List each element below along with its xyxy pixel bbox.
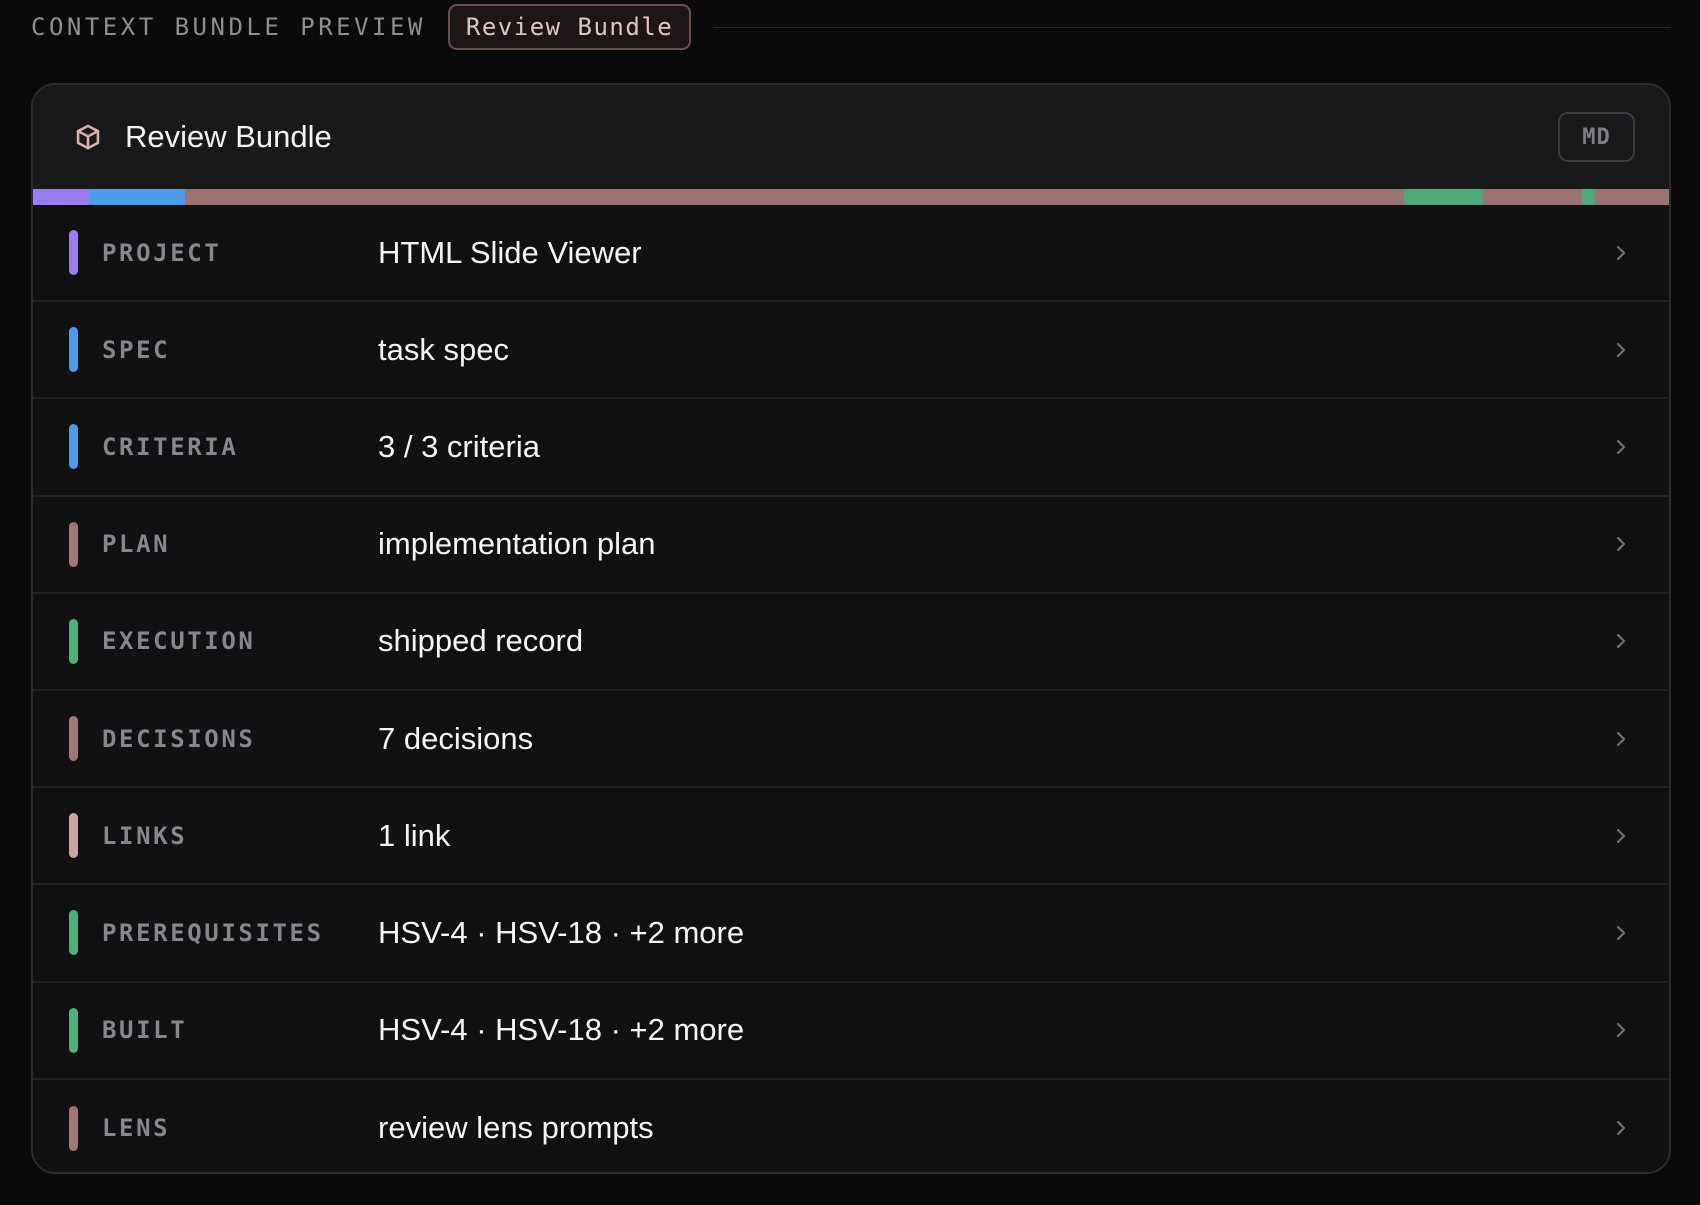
strip-segment-decisions [1482, 189, 1583, 205]
section-value: 1 link [378, 817, 451, 853]
section-color-bar [69, 813, 78, 859]
section-row-spec[interactable]: SPEC task spec [33, 302, 1669, 400]
section-value: 3 / 3 criteria [378, 428, 540, 464]
section-label: EXECUTION [102, 627, 256, 656]
chevron-right-icon[interactable] [1611, 729, 1631, 749]
section-label: DECISIONS [102, 724, 256, 753]
header-divider [713, 26, 1671, 28]
strip-segment-spec [88, 189, 186, 205]
section-value: task spec [378, 331, 509, 367]
section-row-links[interactable]: LINKS 1 link [33, 788, 1669, 886]
section-value: HSV-4 · HSV-18 · +2 more [378, 914, 745, 950]
composition-strip [33, 189, 1669, 205]
markdown-format-button[interactable]: MD [1558, 112, 1635, 162]
section-label: PLAN [102, 530, 171, 559]
section-row-lens[interactable]: LENS review lens prompts [33, 1080, 1669, 1172]
section-value: HTML Slide Viewer [378, 234, 642, 270]
cube-icon [73, 122, 103, 152]
chevron-right-icon[interactable] [1611, 340, 1631, 360]
section-color-bar [69, 327, 78, 373]
section-value: review lens prompts [378, 1110, 654, 1146]
strip-segment-execution [1403, 189, 1483, 205]
card-header: Review Bundle MD [33, 85, 1669, 189]
section-label: BUILT [102, 1016, 188, 1045]
section-color-bar [69, 424, 78, 470]
section-value: implementation plan [378, 526, 656, 562]
section-row-plan[interactable]: PLAN implementation plan [33, 497, 1669, 594]
section-row-criteria[interactable]: CRITERIA 3 / 3 criteria [33, 399, 1669, 497]
section-row-decisions[interactable]: DECISIONS 7 decisions [33, 691, 1669, 789]
section-label: CRITERIA [102, 432, 239, 461]
chevron-right-icon[interactable] [1611, 534, 1631, 554]
section-color-bar [69, 1105, 78, 1151]
section-value: 7 decisions [378, 720, 534, 756]
section-label: SPEC [102, 335, 171, 364]
card-title: Review Bundle [125, 119, 332, 154]
section-list: PROJECT HTML Slide Viewer SPEC task spec CRI… [33, 205, 1669, 1172]
section-color-bar [69, 910, 78, 956]
bundle-card: Review Bundle MD PROJECT HTML Slide Viewe… [31, 83, 1671, 1174]
chevron-right-icon[interactable] [1611, 923, 1631, 943]
section-row-prerequisites[interactable]: PREREQUISITES HSV-4 · HSV-18 · +2 more [33, 885, 1669, 983]
section-color-bar [69, 716, 78, 762]
section-row-project[interactable]: PROJECT HTML Slide Viewer [33, 205, 1669, 303]
section-row-built[interactable]: BUILT HSV-4 · HSV-18 · +2 more [33, 983, 1669, 1080]
section-color-bar [69, 1007, 78, 1053]
section-row-execution[interactable]: EXECUTION shipped record [33, 594, 1669, 691]
section-color-bar [69, 521, 78, 567]
section-color-bar [69, 230, 78, 276]
strip-segment-plan [185, 189, 1404, 205]
chevron-right-icon[interactable] [1611, 437, 1631, 457]
section-color-bar [69, 618, 78, 664]
chevron-right-icon[interactable] [1611, 1020, 1631, 1040]
page-title: CONTEXT BUNDLE PREVIEW [31, 13, 426, 41]
strip-segment-project [33, 189, 89, 205]
section-label: LENS [102, 1114, 171, 1143]
chevron-right-icon[interactable] [1611, 1118, 1631, 1138]
chevron-right-icon[interactable] [1611, 631, 1631, 651]
top-bar: CONTEXT BUNDLE PREVIEW Review Bundle [31, 4, 1671, 50]
chevron-right-icon[interactable] [1611, 826, 1631, 846]
section-label: PROJECT [102, 238, 222, 267]
section-label: LINKS [102, 821, 188, 850]
strip-segment-links [1582, 189, 1596, 205]
section-value: shipped record [378, 623, 584, 659]
chevron-right-icon[interactable] [1611, 243, 1631, 263]
bundle-selector-pill[interactable]: Review Bundle [447, 4, 692, 50]
section-label: PREREQUISITES [102, 918, 324, 947]
strip-segment-lens [1595, 189, 1669, 205]
section-value: HSV-4 · HSV-18 · +2 more [378, 1012, 745, 1048]
